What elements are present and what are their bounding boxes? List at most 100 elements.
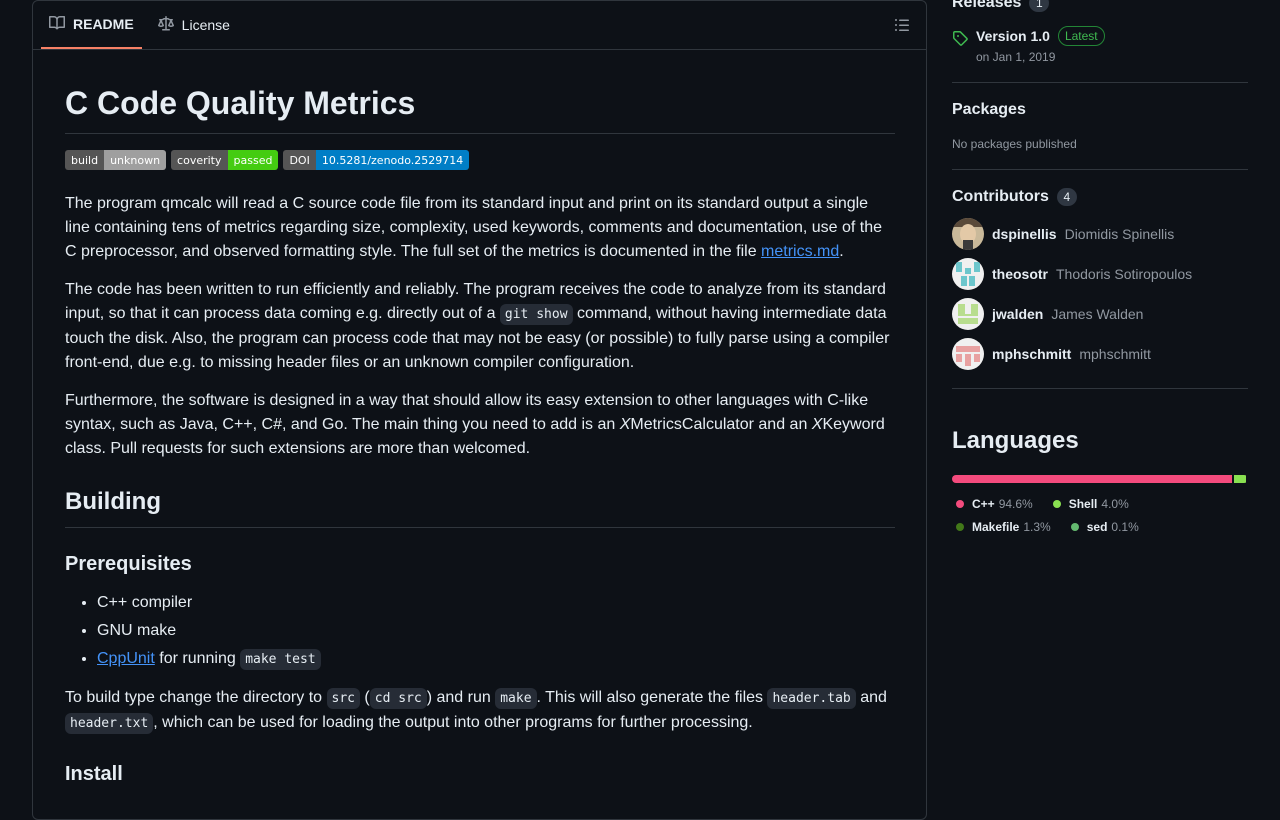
extension-paragraph: Furthermore, the software is designed in…	[65, 389, 895, 461]
contributor-name: James Walden	[1051, 306, 1143, 322]
badge-row: build unknown coverity passed DOI 10.528…	[65, 150, 895, 170]
extension-text-b: MetricsCalculator and an	[630, 416, 811, 433]
prerequisites-heading: Prerequisites	[65, 552, 895, 577]
contributor-name: mphschmitt	[1079, 346, 1151, 362]
language-bar-segment	[952, 475, 1232, 483]
doi-badge-label: DOI	[283, 150, 315, 170]
extension-em-1: X	[620, 416, 631, 433]
doi-badge[interactable]: DOI 10.5281/zenodo.2529714	[283, 150, 469, 170]
book-icon	[49, 15, 65, 34]
packages-heading: Packages	[952, 101, 1248, 119]
packages-section: Packages No packages published	[952, 83, 1248, 170]
contributors-heading: Contributors 4	[952, 188, 1248, 206]
language-bar-segment	[1234, 475, 1246, 483]
latest-release[interactable]: Version 1.0 Latest on Jan 1, 2019	[952, 26, 1248, 64]
doi-badge-value: 10.5281/zenodo.2529714	[316, 150, 469, 170]
law-icon	[158, 16, 174, 35]
contributor-item[interactable]: jwalden James Walden	[952, 298, 1248, 330]
building-heading: Building	[65, 487, 895, 528]
language-name: C++	[972, 497, 995, 511]
readme-title: C Code Quality Metrics	[65, 83, 895, 134]
tab-readme-label: README	[73, 16, 134, 32]
avatar	[952, 218, 984, 250]
languages-section: Languages C++ 94.6% Shell4.0% Makefile 1.3…	[952, 389, 1248, 539]
build-badge-value: unknown	[104, 150, 166, 170]
build-badge[interactable]: build unknown	[65, 150, 166, 170]
build-text-c: ) and run	[427, 689, 495, 706]
readme-tabs: README License	[33, 1, 926, 50]
language-percent: 4.0%	[1101, 497, 1128, 511]
language-percent: 94.6%	[999, 497, 1033, 511]
contributor-login: dspinellis	[992, 226, 1057, 242]
contributors-section: Contributors 4 dspinellis Diomidis Spine…	[952, 170, 1248, 389]
coverity-badge[interactable]: coverity passed	[171, 150, 278, 170]
build-text-b: (	[360, 689, 370, 706]
install-heading: Install	[65, 762, 895, 787]
languages-heading: Languages	[952, 427, 1248, 455]
metrics-md-link[interactable]: metrics.md	[761, 243, 839, 260]
language-percent: 1.3%	[1023, 520, 1050, 534]
extension-em-2: X	[812, 416, 823, 433]
language-name: sed	[1087, 520, 1108, 534]
coverity-badge-label: coverity	[171, 150, 227, 170]
contributor-login: theosotr	[992, 266, 1048, 282]
header-txt-code: header.txt	[65, 713, 153, 734]
contributor-item[interactable]: theosotr Thodoris Sotiropoulos	[952, 258, 1248, 290]
releases-heading: Releases 1	[952, 0, 1248, 12]
release-name: Version 1.0	[976, 28, 1050, 44]
efficiency-paragraph: The code has been written to run efficie…	[65, 278, 895, 375]
repo-sidebar: Releases 1 Version 1.0 Latest on Jan 1, 2…	[952, 0, 1248, 539]
cd-src-code: cd src	[370, 688, 427, 709]
language-dot	[1071, 523, 1079, 531]
contributor-item[interactable]: mphschmitt mphschmitt	[952, 338, 1248, 370]
build-text-a: To build type change the directory to	[65, 689, 327, 706]
releases-count: 1	[1029, 0, 1049, 12]
language-dot	[1053, 500, 1061, 508]
language-item[interactable]: Shell4.0%	[1049, 493, 1129, 516]
language-bar	[952, 475, 1248, 483]
build-badge-label: build	[65, 150, 104, 170]
build-text-f: , which can be used for loading the outp…	[153, 714, 752, 731]
contributor-name: Diomidis Spinellis	[1065, 226, 1175, 242]
release-date: on Jan 1, 2019	[976, 50, 1105, 64]
build-text-e: and	[856, 689, 887, 706]
language-percent: 0.1%	[1111, 520, 1138, 534]
releases-section: Releases 1 Version 1.0 Latest on Jan 1, 2…	[952, 0, 1248, 83]
prerequisites-list: C++ compiler GNU make CppUnit for runnin…	[65, 591, 895, 672]
readme-panel: README License C Code Quality Metrics bu…	[32, 0, 927, 820]
language-list: C++ 94.6% Shell4.0% Makefile 1.3% sed0.1%	[952, 493, 1248, 539]
list-item: C++ compiler	[97, 591, 895, 615]
readme-content: C Code Quality Metrics build unknown cov…	[65, 49, 895, 787]
intro-text: The program qmcalc will read a C source …	[65, 195, 882, 260]
coverity-badge-value: passed	[228, 150, 279, 170]
cppunit-link[interactable]: CppUnit	[97, 650, 155, 667]
tab-license[interactable]: License	[150, 1, 238, 49]
language-name: Shell	[1069, 497, 1098, 511]
build-text-d: . This will also generate the files	[537, 689, 768, 706]
tag-icon	[952, 26, 968, 64]
language-item[interactable]: sed0.1%	[1067, 516, 1139, 539]
language-dot	[956, 500, 964, 508]
language-name: Makefile	[972, 520, 1019, 534]
tab-readme[interactable]: README	[41, 1, 142, 49]
contributors-link[interactable]: Contributors	[952, 188, 1049, 206]
latest-badge: Latest	[1058, 26, 1105, 46]
packages-link[interactable]: Packages	[952, 101, 1026, 119]
language-item[interactable]: C++ 94.6%	[952, 493, 1033, 516]
avatar	[952, 298, 984, 330]
contributor-item[interactable]: dspinellis Diomidis Spinellis	[952, 218, 1248, 250]
tab-license-label: License	[182, 17, 230, 33]
outline-menu-icon[interactable]	[894, 17, 910, 33]
language-item[interactable]: Makefile 1.3%	[952, 516, 1051, 539]
contributor-login: jwalden	[992, 306, 1043, 322]
build-paragraph: To build type change the directory to sr…	[65, 686, 895, 736]
avatar	[952, 338, 984, 370]
list-item: GNU make	[97, 619, 895, 643]
intro-paragraph: The program qmcalc will read a C source …	[65, 192, 895, 264]
packages-empty-text: No packages published	[952, 137, 1248, 151]
contributor-name: Thodoris Sotiropoulos	[1056, 266, 1192, 282]
avatar	[952, 258, 984, 290]
make-test-code: make test	[240, 649, 320, 670]
releases-link[interactable]: Releases	[952, 0, 1021, 12]
list-item: CppUnit for running make test	[97, 647, 895, 672]
